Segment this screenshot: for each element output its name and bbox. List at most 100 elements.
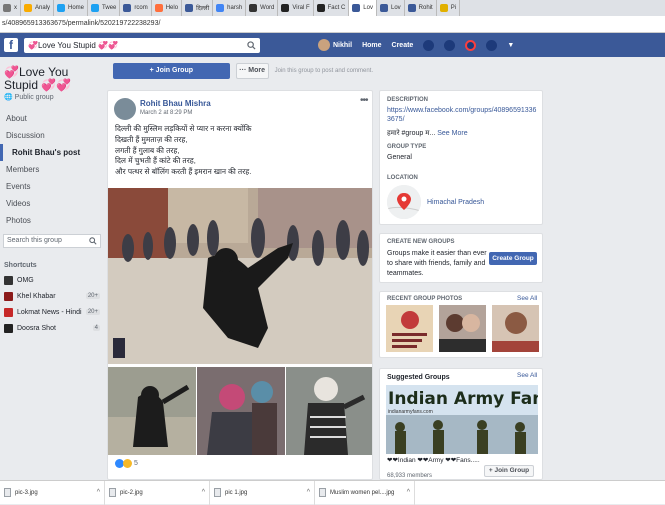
tab-label: Viral F [292, 5, 310, 11]
soldiers-illustration [386, 415, 538, 454]
post-author[interactable]: Rohit Bhau Mishra [140, 99, 211, 108]
tab-label: rcom [134, 5, 148, 11]
browser-tab[interactable]: Rohit [405, 0, 437, 16]
notifications-icon[interactable] [465, 39, 477, 51]
shortcut-item[interactable]: OMG [4, 273, 100, 287]
download-name: pic-2.jpg [120, 489, 143, 496]
browser-tab[interactable]: Pi [437, 0, 461, 16]
search-value: 💞Love You Stupid 💞💞 [28, 40, 118, 50]
see-all-suggested-link[interactable]: See All [517, 372, 537, 379]
group-search-placeholder: Search this group [7, 237, 62, 244]
map-thumbnail[interactable] [387, 185, 421, 219]
more-button[interactable]: ··· More [235, 63, 269, 79]
suggested-group-banner[interactable]: Indian Army Fans indianarmyfans.com [386, 385, 538, 454]
home-link[interactable]: Home [362, 42, 381, 49]
nav-photos[interactable]: Photos [0, 212, 104, 229]
browser-tab[interactable]: Twee [88, 0, 121, 16]
nav-about[interactable]: About [0, 110, 104, 127]
recent-photo[interactable] [386, 305, 433, 352]
group-search-input[interactable]: Search this group [3, 234, 101, 248]
banner-title: Indian Army Fans [388, 389, 538, 409]
reaction-count: 5 [134, 460, 138, 467]
create-group-button[interactable]: Create Group [489, 252, 537, 265]
browser-tab[interactable]: Analy [21, 0, 55, 16]
post-options-icon[interactable]: ••• [360, 95, 368, 106]
nav-events[interactable]: Events [0, 178, 104, 195]
create-groups-heading: CREATE NEW GROUPS [387, 239, 455, 245]
chevron-down-icon[interactable]: ▼ [507, 42, 514, 49]
messenger-icon[interactable] [444, 39, 456, 51]
chevron-up-icon[interactable]: ^ [97, 489, 100, 496]
group-title[interactable]: 💞Love You Stupid 💞💞 [4, 66, 104, 92]
avatar [318, 39, 330, 51]
friend-requests-icon[interactable] [423, 39, 435, 51]
nav-current-post[interactable]: Rohit Bhau's post [0, 144, 104, 161]
nav-discussion[interactable]: Discussion [0, 127, 104, 144]
see-more-link[interactable]: See More [437, 130, 467, 137]
tab-favicon-icon [57, 4, 66, 12]
suggested-group-name[interactable]: ❤❤Indian ❤❤Army ❤❤Fans..... [387, 457, 482, 465]
download-item[interactable]: Muslim women pel....jpg ^ [315, 480, 415, 505]
tab-favicon-icon [249, 4, 258, 12]
post-photo[interactable] [108, 367, 196, 455]
post-photo[interactable] [197, 367, 285, 455]
download-item[interactable]: pic 1.jpg ^ [210, 480, 315, 505]
address-bar[interactable]: s/408965913363675/permalink/520219722238… [0, 16, 665, 33]
chevron-up-icon[interactable]: ^ [407, 489, 410, 496]
browser-tab[interactable]: x [0, 0, 21, 16]
tab-label: Lov [363, 5, 373, 11]
recent-photo[interactable] [439, 305, 486, 352]
description-snippet: हमारे #group म... [387, 130, 436, 137]
help-icon[interactable] [486, 39, 498, 51]
chevron-up-icon[interactable]: ^ [307, 489, 310, 496]
chevron-up-icon[interactable]: ^ [202, 489, 205, 496]
shortcut-item[interactable]: Lokmat News - Hindi 20+ [4, 305, 100, 319]
downloads-bar: pic-3.jpg ^ pic-2.jpg ^ pic 1.jpg ^ Muslim … [0, 480, 665, 505]
tab-favicon-icon [91, 4, 100, 12]
browser-tab-strip: x Analy Home Twee rcom Helo दिल्ली harsh Word Vir… [0, 0, 665, 16]
post-photo[interactable] [286, 367, 372, 455]
facebook-logo-icon[interactable]: f [4, 38, 18, 52]
recent-photo[interactable] [492, 305, 539, 352]
suggested-groups-card: Suggested Groups See All Indian Army Fan… [379, 368, 543, 480]
suggested-join-button[interactable]: + Join Group [484, 465, 534, 477]
browser-tab[interactable]: Lov [377, 0, 405, 16]
location-value[interactable]: Himachal Pradesh [427, 199, 484, 206]
reactions[interactable]: 5 [115, 459, 138, 468]
browser-tab[interactable]: Viral F [278, 0, 314, 16]
nav-members[interactable]: Members [0, 161, 104, 178]
post-timestamp[interactable]: March 2 at 8:29 PM [140, 110, 192, 116]
browser-tab[interactable]: Helo [152, 0, 183, 16]
shortcut-item[interactable]: Khel Khabar 20+ [4, 289, 100, 303]
download-name: pic 1.jpg [225, 489, 248, 496]
shortcut-item[interactable]: Doosra Shot 4 [4, 321, 100, 335]
tab-favicon-icon [123, 4, 132, 12]
join-group-button[interactable]: + Join Group [113, 63, 230, 79]
profile-link[interactable]: Nikhil [318, 39, 352, 51]
browser-tab[interactable]: Lov [349, 0, 377, 16]
tab-label: harsh [227, 5, 243, 11]
create-link[interactable]: Create [392, 42, 414, 49]
shortcut-icon [4, 275, 13, 285]
description-link[interactable]: https://www.facebook.com/groups/40896591… [387, 106, 539, 124]
search-icon[interactable] [247, 40, 256, 50]
tab-favicon-icon [185, 4, 194, 12]
browser-tab[interactable]: Word [246, 0, 279, 16]
author-avatar[interactable] [114, 98, 136, 120]
download-item[interactable]: pic-3.jpg ^ [0, 480, 105, 505]
browser-tab[interactable]: harsh [213, 0, 247, 16]
browser-tab[interactable]: Home [54, 0, 89, 16]
location-pin-icon [387, 185, 421, 219]
browser-tab[interactable]: दिल्ली [182, 0, 214, 16]
see-all-photos-link[interactable]: See All [517, 295, 537, 302]
browser-tab[interactable]: rcom [120, 0, 152, 16]
download-item[interactable]: pic-2.jpg ^ [105, 480, 210, 505]
post-main-photo[interactable] [108, 188, 372, 364]
search-input[interactable]: 💞Love You Stupid 💞💞 [24, 37, 260, 53]
nav-videos[interactable]: Videos [0, 195, 104, 212]
search-icon[interactable] [89, 237, 97, 245]
shortcut-icon [4, 307, 13, 317]
browser-tab[interactable]: Fact C [314, 0, 350, 16]
tab-label: Word [260, 5, 275, 11]
shortcut-label: Lokmat News - Hindi [17, 308, 82, 316]
